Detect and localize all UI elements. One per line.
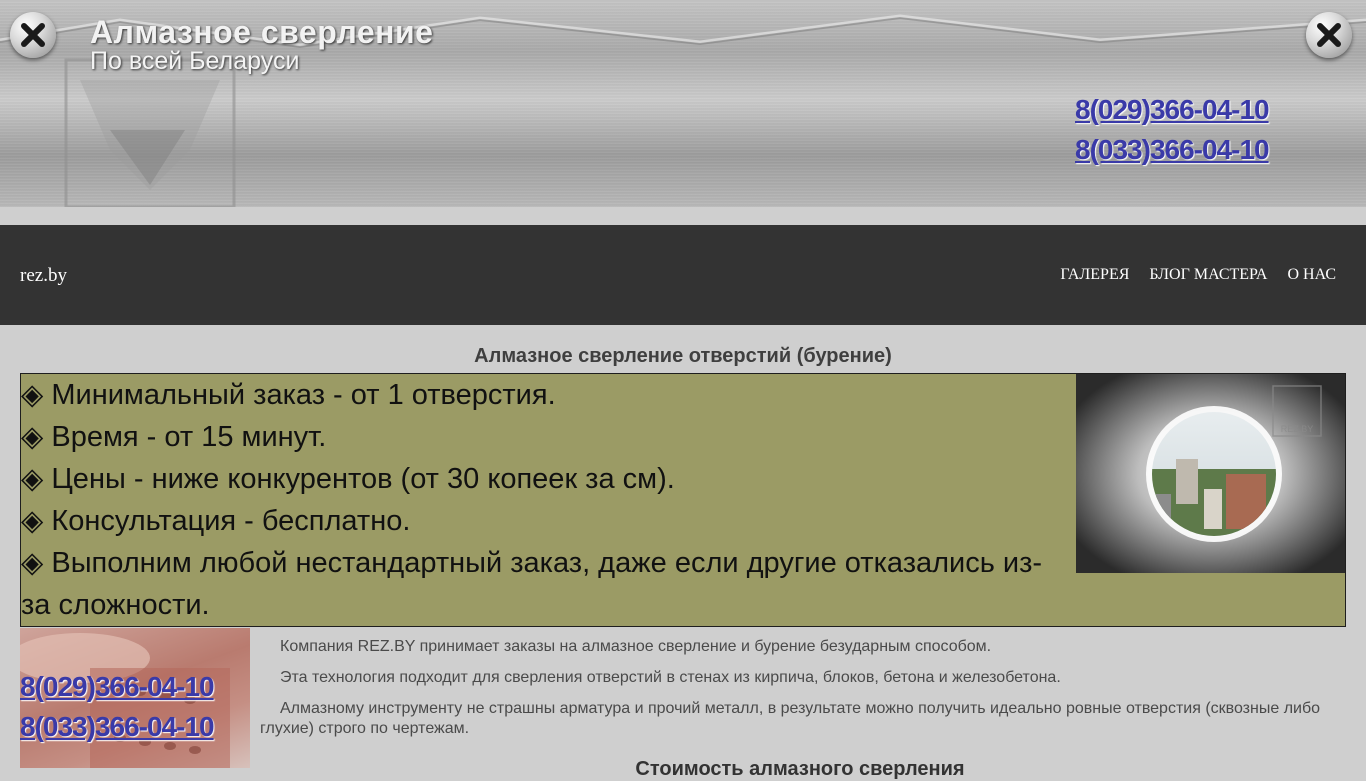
feature-item: ◈ Время - от 15 минут. <box>21 421 327 453</box>
site-header: Алмазное сверление По всей Беларуси 8(02… <box>0 0 1366 207</box>
nav-link-blog[interactable]: БЛОГ МАСТЕРА <box>1149 266 1267 284</box>
site-title: Алмазное сверление <box>90 14 434 50</box>
close-icon <box>1306 12 1352 58</box>
intro-paragraph-1: Компания REZ.BY принимает заказы на алма… <box>280 638 992 655</box>
header-phone-link-1[interactable]: 8(029)366-04-10 <box>1075 94 1270 126</box>
feature-item: ◈ Выполним любой нестандартный заказ, да… <box>21 547 1043 621</box>
features-box: ◈ Минимальный заказ - от 1 отверстия. ◈ … <box>20 373 1346 627</box>
feature-item: ◈ Консультация - бесплатно. <box>21 505 411 537</box>
side-phone-link-1[interactable]: 8(029)366-04-10 <box>20 671 215 703</box>
navbar: rez.by ГАЛЕРЕЯ БЛОГ МАСТЕРА О НАС <box>0 225 1366 325</box>
brand-link[interactable]: rez.by <box>20 265 67 287</box>
site-subtitle: По всей Беларуси <box>90 47 300 75</box>
feature-item: ◈ Минимальный заказ - от 1 отверстия. <box>21 379 556 411</box>
pricing-heading: Стоимость алмазного сверления <box>635 758 965 780</box>
side-phone-link-2[interactable]: 8(033)366-04-10 <box>20 711 215 743</box>
header-phone-link-2[interactable]: 8(033)366-04-10 <box>1075 134 1270 166</box>
nav-link-about[interactable]: О НАС <box>1287 266 1336 284</box>
feature-item: ◈ Цены - ниже конкурентов (от 30 копеек … <box>21 463 675 495</box>
intro-paragraph-3: Алмазному инструменту не страшны арматур… <box>260 700 1321 737</box>
close-icon <box>10 12 56 58</box>
intro-paragraph-2: Эта технология подходит для сверления от… <box>280 669 1061 686</box>
photo-watermark: REZ.BY <box>1281 424 1314 434</box>
nav-links: ГАЛЕРЕЯ БЛОГ МАСТЕРА О НАС <box>1060 266 1336 284</box>
page-heading: Алмазное сверление отверстий (бурение) <box>474 345 892 367</box>
nav-link-gallery[interactable]: ГАЛЕРЕЯ <box>1060 266 1129 284</box>
drilled-hole-photo: REZ.BY <box>1076 374 1345 573</box>
